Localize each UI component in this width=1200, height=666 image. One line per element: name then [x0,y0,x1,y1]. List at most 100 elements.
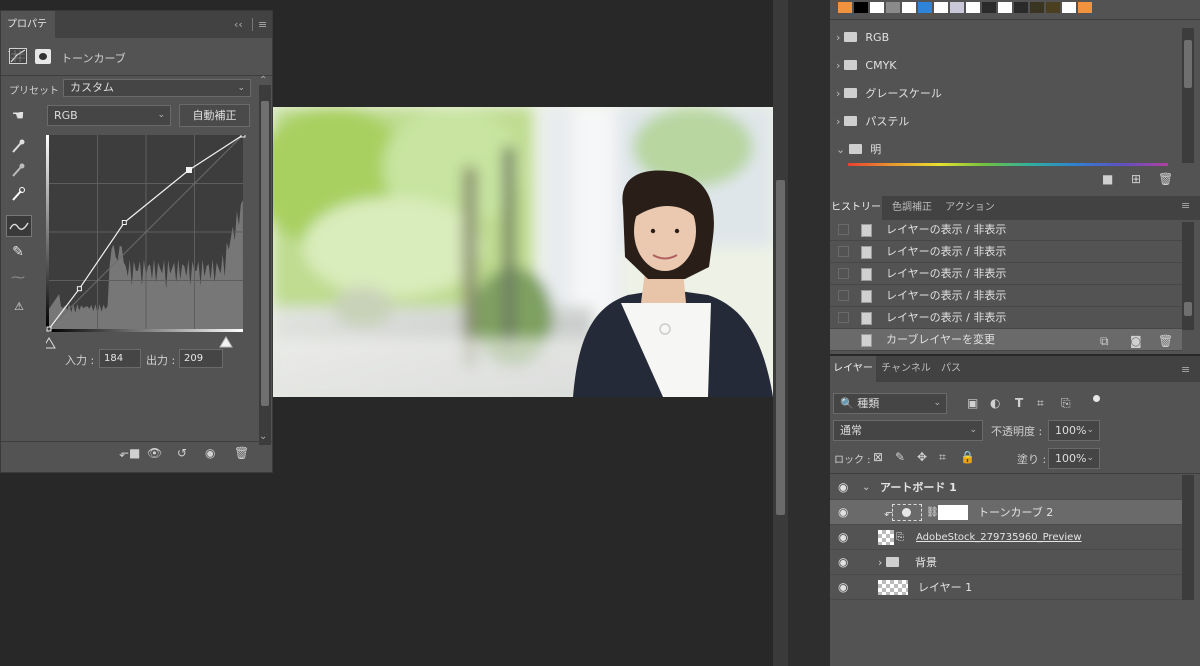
output-field[interactable]: 209 [179,349,223,368]
canvas-scrollbar-thumb[interactable] [776,180,785,515]
swatch-group[interactable]: › CMYK [836,52,897,80]
new-document-from-state-icon[interactable]: ⧉ [1100,334,1109,349]
clip-to-layer-icon[interactable]: ⬐■ [119,446,140,460]
view-previous-state-icon[interactable]: 👁 [147,446,162,460]
chevron-right-icon[interactable]: › [836,115,840,128]
tab-layers[interactable]: レイヤー [830,356,876,382]
swatch[interactable] [950,2,964,13]
curve-control-point[interactable] [121,220,127,225]
chevron-right-icon[interactable]: › [836,87,840,100]
curves-graph[interactable] [46,135,246,355]
visibility-icon[interactable]: ◉ [205,446,215,460]
history-checkbox[interactable] [838,290,849,301]
history-checkbox[interactable] [838,268,849,279]
swatch[interactable] [966,2,980,13]
eye-icon[interactable]: ◉ [838,500,848,525]
swatch-group[interactable]: › グレースケール [836,80,942,108]
tab-channels[interactable]: チャンネル [878,356,934,382]
swatch[interactable] [854,2,868,13]
eye-icon[interactable]: ◉ [838,475,848,500]
opacity-field[interactable]: 100% ⌄ [1048,420,1100,441]
lock-image-pixels-icon[interactable]: ✎ [895,450,905,464]
auto-button[interactable]: 自動補正 [179,104,250,127]
fill-field[interactable]: 100% ⌄ [1048,448,1100,469]
swatches-scrollbar-thumb[interactable] [1184,40,1192,88]
swatch[interactable] [838,2,852,13]
trash-icon[interactable]: 🗑 [1158,172,1173,186]
swatch[interactable] [1014,2,1028,13]
history-checkbox[interactable] [838,334,849,345]
double-chevron-left-icon[interactable]: ‹‹ [234,11,243,38]
camera-snapshot-icon[interactable]: ◙ [1130,334,1142,348]
layers-scrollbar[interactable] [1182,475,1194,600]
smooth-curve-icon[interactable]: ⁓ [7,267,29,289]
document-canvas-image[interactable] [273,107,773,397]
history-item[interactable]: レイヤーの表示 / 非表示 [830,219,1182,241]
filter-toggle-icon[interactable] [1093,395,1100,402]
blend-mode-dropdown[interactable]: 通常 ⌄ [833,420,983,441]
swatch-group[interactable]: › パステル [836,108,909,136]
edit-points-curve-icon[interactable] [6,215,32,237]
layer-row-stock-image[interactable]: ◉ ⎘ AdobeStock_279735960_Preview [830,525,1182,550]
history-checkbox[interactable] [838,224,849,235]
hamburger-icon[interactable]: ≡ [1181,356,1190,383]
target-adjustment-hand-icon[interactable]: ☚ [7,105,29,127]
tab-paths[interactable]: パス [936,356,966,382]
eye-icon[interactable]: ◉ [838,550,848,575]
layer-row-curves[interactable]: ◉ ⬐ ⛓ トーンカーブ 2 [830,500,1182,525]
smart-object-filter-icon[interactable]: ⎘ [1061,396,1071,411]
new-swatch-icon[interactable]: ⊞ [1131,172,1141,186]
swatch[interactable] [1062,2,1076,13]
preset-dropdown[interactable]: カスタム ⌄ [63,79,251,97]
swatch-group[interactable]: ⌄ 明 [836,136,881,164]
hamburger-icon[interactable]: ≡ [258,11,267,38]
link-icon[interactable]: ⛓ [926,500,939,525]
chevron-right-icon[interactable]: › [878,550,882,575]
layer-mask-thumbnail[interactable] [938,505,968,520]
tab-history[interactable]: ヒストリー [830,196,882,220]
layer-mask-icon[interactable] [35,49,51,64]
history-scrollbar-thumb[interactable] [1184,302,1192,316]
clipping-warning-icon[interactable]: ⚠ [5,296,33,318]
shape-filter-icon[interactable]: ⌗ [1037,396,1044,411]
history-item[interactable]: レイヤーの表示 / 非表示 [830,241,1182,263]
reset-icon[interactable]: ↺ [177,446,187,460]
tab-properties[interactable]: プロパティ [1,11,55,57]
gray-point-eyedropper-icon[interactable] [7,161,29,183]
adjustment-filter-icon[interactable]: ◐ [990,396,1000,410]
new-group-folder-icon[interactable]: ■ [1102,172,1113,186]
hamburger-icon[interactable]: ≡ [1181,194,1190,218]
swatch[interactable] [886,2,900,13]
chevron-down-icon[interactable]: ⌄ [836,143,845,156]
channel-dropdown[interactable]: RGB ⌄ [47,105,171,126]
layer-row-artboard[interactable]: ◉ ⌄ アートボード 1 [830,475,1182,500]
swatch[interactable] [1046,2,1060,13]
trash-icon[interactable]: 🗑 [234,446,249,460]
properties-scrollbar-thumb[interactable] [261,101,269,406]
chevron-right-icon[interactable]: › [836,59,840,72]
type-filter-icon[interactable]: T [1015,396,1023,410]
history-item[interactable]: レイヤーの表示 / 非表示 [830,263,1182,285]
history-item[interactable]: レイヤーの表示 / 非表示 [830,307,1182,329]
curve-control-point[interactable] [46,326,52,332]
tab-adjustments[interactable]: 色調補正 [884,196,940,220]
swatch-group[interactable]: › RGB [836,24,889,52]
swatch[interactable] [982,2,996,13]
trash-icon[interactable]: 🗑 [1158,334,1173,348]
curve-control-point[interactable] [240,135,246,138]
swatch[interactable] [998,2,1012,13]
chevron-right-icon[interactable]: › [836,31,840,44]
swatch[interactable] [918,2,932,13]
swatch[interactable] [934,2,948,13]
pencil-draw-icon[interactable]: ✎ [7,241,29,263]
artboard-nesting-icon[interactable]: ⌗ [939,450,946,465]
layer-filter-dropdown[interactable]: 🔍 種類 ⌄ [833,393,947,414]
history-checkbox[interactable] [838,312,849,323]
image-filter-icon[interactable]: ▣ [967,396,978,410]
white-point-eyedropper-icon[interactable] [7,185,29,207]
chevron-down-icon[interactable]: ⌄ [862,475,870,500]
eye-icon[interactable]: ◉ [838,575,848,600]
swatch[interactable] [1078,2,1092,13]
swatch[interactable] [902,2,916,13]
lock-transparent-pixels-icon[interactable]: ⊠ [873,450,883,464]
